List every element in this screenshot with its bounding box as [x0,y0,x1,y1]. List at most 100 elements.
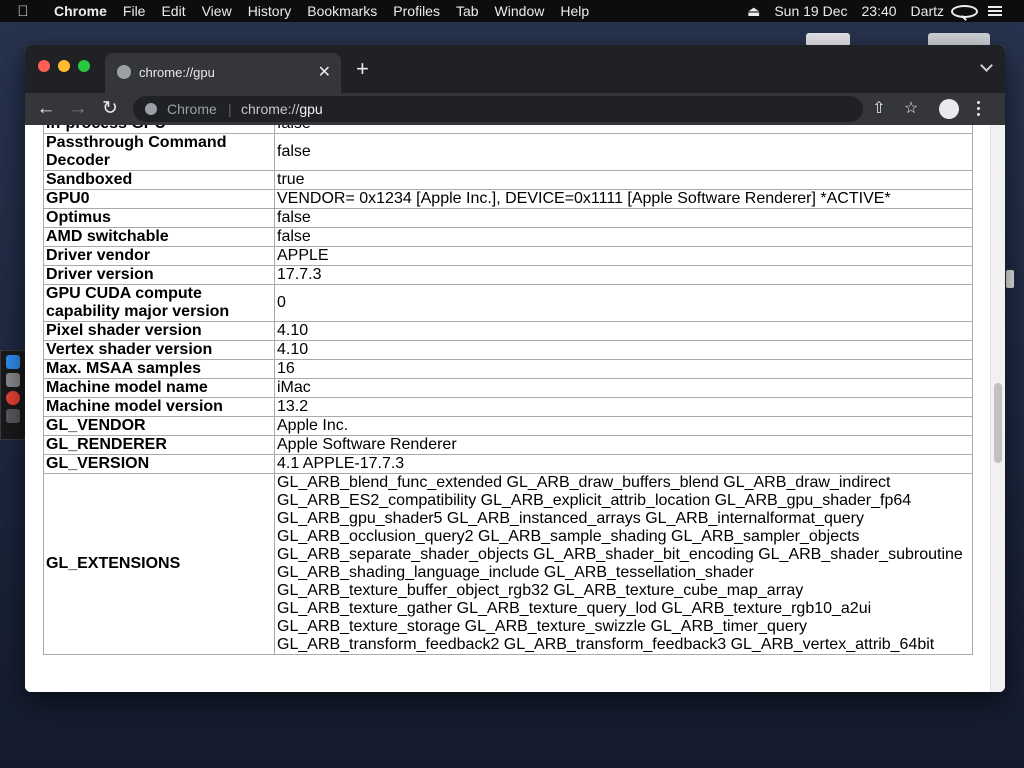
close-window-button[interactable] [38,60,50,72]
row-value: 4.10 [274,321,973,341]
chrome-dock-icon[interactable] [6,391,20,405]
table-row: GL_RENDERER Apple Software Renderer [43,435,973,455]
row-value: 17.7.3 [274,265,973,285]
zoom-window-button[interactable] [78,60,90,72]
address-bar[interactable]: Chrome | chrome://gpu [133,96,863,122]
toolbar: ← → ↻ Chrome | chrome://gpu ⇧ ☆ [25,93,1005,125]
menu-bookmarks[interactable]: Bookmarks [299,0,385,22]
row-key: Machine model name [43,378,275,398]
extension-line: GL_ARB_gpu_shader5 GL_ARB_instanced_arra… [277,510,865,527]
minimize-window-button[interactable] [58,60,70,72]
bookmark-star-icon[interactable]: ☆ [899,97,923,121]
table-row: Machine model version 13.2 [43,397,973,417]
menu-time[interactable]: 23:40 [855,3,904,19]
row-value: Apple Inc. [274,416,973,436]
row-value: false [274,227,973,247]
new-tab-button[interactable]: + [356,56,369,82]
back-button[interactable]: ← [34,97,58,121]
tab-search-chevron-icon[interactable] [980,59,993,72]
finder-dock-icon[interactable] [6,355,20,369]
table-row: GL_VERSION 4.1 APPLE-17.7.3 [43,454,973,474]
site-info-icon[interactable] [145,103,157,115]
settings-dock-icon[interactable] [6,373,20,387]
row-value: VENDOR= 0x1234 [Apple Inc.], DEVICE=0x11… [274,189,973,209]
row-key: Max. MSAA samples [43,359,275,379]
control-center-icon[interactable] [988,6,1016,16]
table-row: In-process GPUfalse [43,125,973,134]
menu-date[interactable]: Sun 19 Dec [767,3,854,19]
row-key: GPU CUDA compute capability major versio… [43,284,275,322]
table-row: Max. MSAA samples 16 [43,359,973,379]
extension-line: GL_ARB_blend_func_extended GL_ARB_draw_b… [277,474,891,491]
eject-icon[interactable]: ⏏ [740,3,767,20]
table-row: GL_EXTENSIONS GL_ARB_blend_func_extended … [43,473,973,655]
menu-history[interactable]: History [240,0,300,22]
menu-file[interactable]: File [115,0,154,22]
row-key: GL_VERSION [43,454,275,474]
row-key: Pixel shader version [43,321,275,341]
page-scrollbar[interactable] [990,125,1005,692]
extension-line: GL_ARB_texture_storage GL_ARB_texture_sw… [277,618,808,635]
extension-line: GL_ARB_shading_language_include GL_ARB_t… [277,564,754,581]
row-value: 4.1 APPLE-17.7.3 [274,454,973,474]
gpu-info-table: In-process GPUfalsePassthrough Command D… [43,125,973,655]
table-row: Machine model name iMac [43,378,973,398]
table-row: Passthrough Command Decoder false [43,133,973,171]
url-text[interactable]: chrome://gpu [241,101,323,117]
desktop-edge-item [1006,270,1014,288]
table-row: Optimus false [43,208,973,228]
close-tab-icon[interactable]: ✕ [318,62,331,82]
table-row: Driver version 17.7.3 [43,265,973,285]
row-value: false [274,125,973,134]
menu-profiles[interactable]: Profiles [385,0,448,22]
table-row: Driver vendor APPLE [43,246,973,266]
apple-menu-icon[interactable]:  [0,3,46,20]
menu-edit[interactable]: Edit [153,0,193,22]
row-key: Machine model version [43,397,275,417]
row-key: Vertex shader version [43,340,275,360]
extension-line: GL_ARB_occlusion_query2 GL_ARB_sample_sh… [277,528,860,545]
row-value: 4.10 [274,340,973,360]
url-scheme: chrome:// [241,101,300,117]
omnibox-chip: Chrome [167,101,217,117]
row-key: GL_EXTENSIONS [43,473,275,655]
gpu-info-table-body: In-process GPUfalsePassthrough Command D… [43,125,973,655]
menu-user[interactable]: Dartz [904,3,951,19]
extension-line: GL_ARB_ES2_compatibility GL_ARB_explicit… [277,492,912,509]
row-key: Optimus [43,208,275,228]
table-row: GL_VENDOR Apple Inc. [43,416,973,436]
tab-title: chrome://gpu [139,65,215,80]
menu-help[interactable]: Help [552,0,597,22]
table-row: GPU0 VENDOR= 0x1234 [Apple Inc.], DEVICE=… [43,189,973,209]
extension-line: GL_ARB_texture_buffer_object_rgb32 GL_AR… [277,582,804,599]
forward-button[interactable]: → [66,97,90,121]
url-host: gpu [299,101,323,117]
spotlight-search-icon[interactable] [951,4,978,18]
omnibox-separator: | [228,101,232,117]
row-value: iMac [274,378,973,398]
menu-tab[interactable]: Tab [448,0,487,22]
globe-icon [117,65,131,79]
trash-dock-icon[interactable] [6,409,20,423]
menu-view[interactable]: View [194,0,240,22]
tab-strip: chrome://gpu ✕ + [25,45,1005,93]
browser-window: chrome://gpu ✕ + ← → ↻ Chrome | chrome:/… [25,45,1005,692]
row-key: Sandboxed [43,170,275,190]
more-menu-icon[interactable] [977,101,981,119]
row-key: In-process GPU [43,125,275,134]
menu-app-name[interactable]: Chrome [46,0,115,22]
dock [0,350,26,440]
profile-avatar-icon[interactable] [939,99,959,119]
extension-line: GL_ARB_separate_shader_objects GL_ARB_sh… [277,546,963,563]
reload-button[interactable]: ↻ [98,97,122,121]
row-key: GL_VENDOR [43,416,275,436]
scrollbar-thumb[interactable] [994,383,1002,463]
menu-bar:  Chrome File Edit View History Bookmark… [0,0,1024,22]
row-key: AMD switchable [43,227,275,247]
share-icon[interactable]: ⇧ [867,97,891,121]
table-row: Pixel shader version 4.10 [43,321,973,341]
row-key: Driver vendor [43,246,275,266]
menu-window[interactable]: Window [487,0,553,22]
row-value: 13.2 [274,397,973,417]
tab-gpu[interactable]: chrome://gpu ✕ [105,53,341,93]
